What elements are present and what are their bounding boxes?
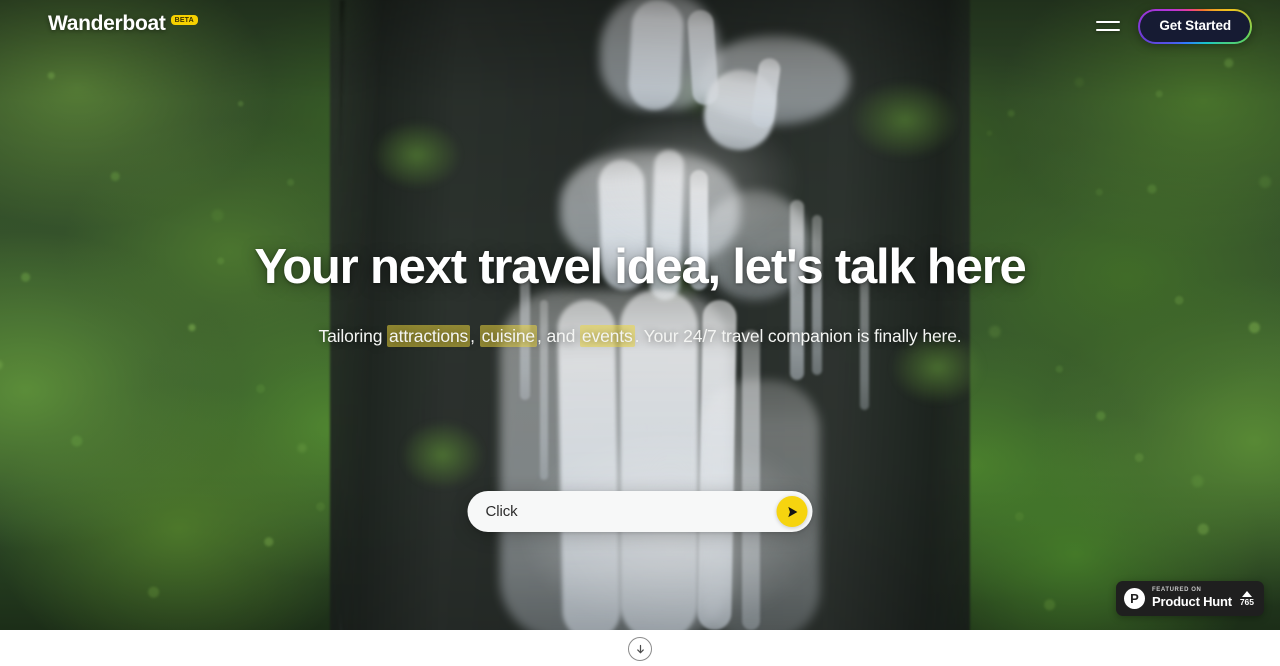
hero-headline: Your next travel idea, let's talk here (254, 240, 1026, 294)
subheadline-text: . Your 24/7 travel companion is finally … (634, 326, 962, 346)
arrow-down-icon (636, 644, 644, 653)
product-hunt-vote-group: 765 (1239, 590, 1256, 607)
hero-search-bar[interactable] (467, 491, 813, 532)
below-hero-strip (0, 630, 1280, 666)
product-hunt-vote-count: 765 (1239, 596, 1254, 607)
brand-name: Wanderboat (48, 12, 166, 35)
subheadline-highlight: attractions (387, 325, 471, 347)
search-input[interactable] (485, 503, 777, 520)
product-hunt-name: Product Hunt (1152, 593, 1232, 609)
hero-section: Wanderboat BETA Get Started Your next tr… (0, 0, 1280, 630)
upvote-caret-icon (1241, 590, 1252, 597)
get-started-gradient-border: Get Started (1138, 9, 1252, 44)
subheadline-text: , and (537, 326, 580, 346)
hamburger-line (1096, 21, 1121, 24)
product-hunt-logo-icon: P (1124, 588, 1145, 609)
hamburger-line (1096, 29, 1121, 32)
product-hunt-text: FEATURED ON Product Hunt (1152, 587, 1233, 609)
product-hunt-badge[interactable]: P FEATURED ON Product Hunt 765 (1116, 581, 1264, 616)
scroll-down-button[interactable] (628, 637, 652, 661)
hero-content: Your next travel idea, let's talk here T… (0, 0, 1280, 630)
hero-subheadline: Tailoring attractions, cuisine, and even… (0, 325, 1280, 349)
send-arrow-icon (787, 506, 797, 517)
subheadline-text: , (470, 326, 480, 346)
send-button[interactable] (776, 496, 808, 527)
nav-right-group: Get Started (1096, 9, 1252, 44)
hamburger-menu-icon[interactable] (1096, 11, 1122, 41)
brand-beta-badge: BETA (170, 14, 198, 25)
subheadline-highlight: cuisine (479, 325, 538, 347)
subheadline-text: Tailoring (318, 326, 388, 346)
get-started-button[interactable]: Get Started (1140, 11, 1250, 42)
brand-logo-link[interactable]: Wanderboat BETA (48, 13, 198, 34)
top-navigation-bar: Wanderboat BETA Get Started (0, 0, 1280, 48)
subheadline-highlight: events (579, 325, 635, 347)
